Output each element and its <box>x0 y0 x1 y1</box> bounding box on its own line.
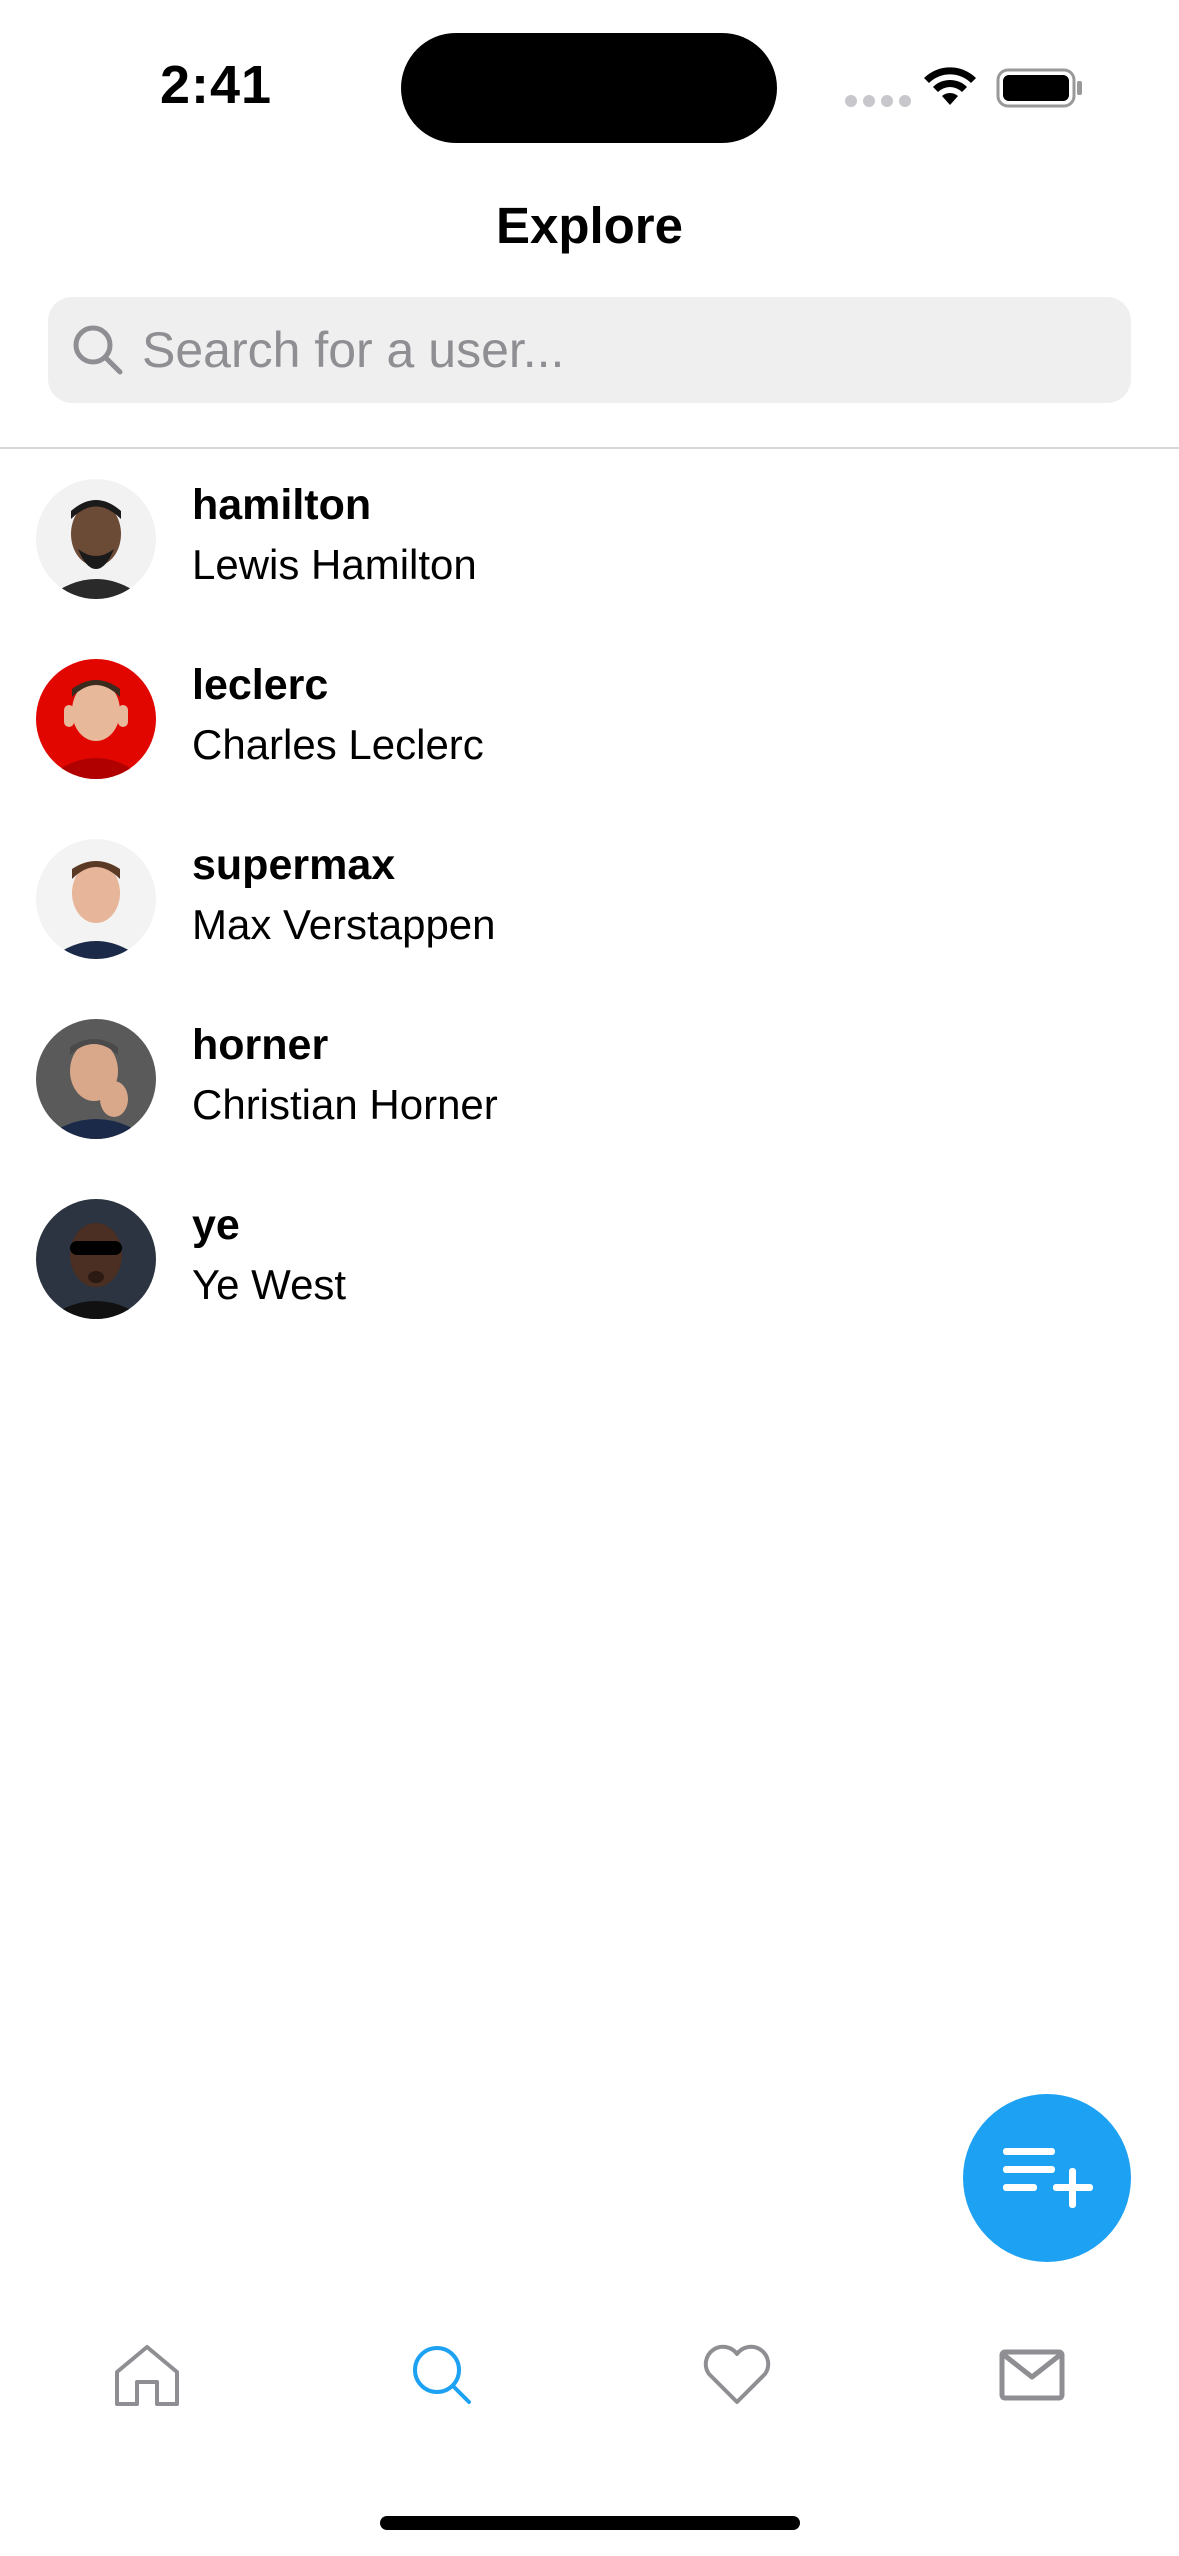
user-row-leclerc[interactable]: leclerc Charles Leclerc <box>0 629 1179 809</box>
user-fullname: Charles Leclerc <box>192 721 484 768</box>
avatar <box>36 479 156 599</box>
search-bar[interactable] <box>48 297 1131 403</box>
new-post-icon <box>1003 2148 1093 2208</box>
tab-bar <box>0 2300 1179 2440</box>
avatar <box>36 1019 156 1139</box>
user-row-horner[interactable]: horner Christian Horner <box>0 989 1179 1169</box>
user-username: supermax <box>192 841 396 889</box>
dynamic-island <box>401 33 777 143</box>
new-post-button[interactable] <box>963 2094 1131 2262</box>
user-row-supermax[interactable]: supermax Max Verstappen <box>0 809 1179 989</box>
search-icon <box>413 2346 471 2404</box>
user-fullname: Lewis Hamilton <box>192 541 477 588</box>
status-bar: 2:41 <box>0 0 1179 150</box>
user-fullname: Christian Horner <box>192 1081 498 1128</box>
search-icon <box>68 320 128 380</box>
user-list: hamilton Lewis Hamilton leclerc Charles … <box>0 449 1179 1349</box>
status-time: 2:41 <box>160 55 273 115</box>
mail-icon <box>999 2349 1065 2401</box>
avatar <box>36 659 156 779</box>
cellular-signal-icon <box>845 95 911 107</box>
user-fullname: Ye West <box>192 1261 347 1308</box>
user-row-ye[interactable]: ye Ye West <box>0 1169 1179 1349</box>
search-input[interactable] <box>140 320 1104 380</box>
tab-messages[interactable] <box>987 2330 1077 2420</box>
tab-explore[interactable] <box>397 2330 487 2420</box>
avatar <box>36 1199 156 1319</box>
user-username: ye <box>192 1201 240 1249</box>
avatar <box>36 839 156 959</box>
wifi-icon <box>924 67 976 105</box>
user-fullname: Max Verstappen <box>192 901 496 948</box>
user-username: hamilton <box>192 481 372 529</box>
tab-likes[interactable] <box>692 2330 782 2420</box>
page-title: Explore <box>495 197 684 254</box>
home-indicator <box>380 2516 800 2530</box>
user-row-hamilton[interactable]: hamilton Lewis Hamilton <box>0 449 1179 629</box>
home-icon <box>115 2345 179 2406</box>
user-username: leclerc <box>192 661 329 709</box>
heart-icon <box>703 2344 771 2404</box>
user-username: horner <box>192 1021 329 1069</box>
tab-home[interactable] <box>102 2330 192 2420</box>
battery-icon <box>996 68 1082 108</box>
